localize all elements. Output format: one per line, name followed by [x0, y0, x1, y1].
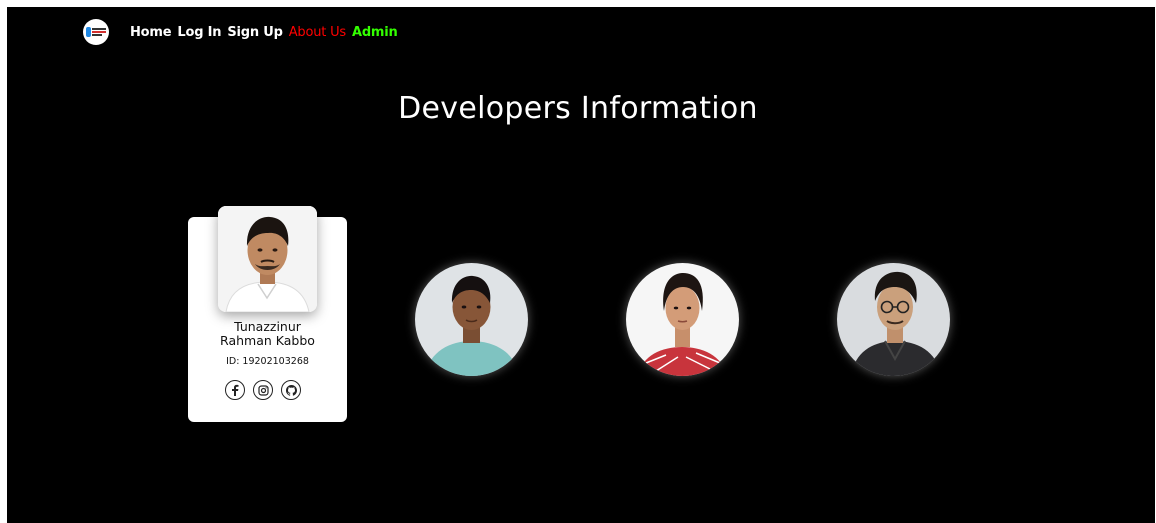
- nav-home-link[interactable]: Home: [130, 25, 172, 40]
- developer-photo: [218, 206, 317, 312]
- developer-name-line1: Tunazzinur: [234, 319, 301, 334]
- site-logo-icon[interactable]: [83, 19, 109, 45]
- instagram-icon[interactable]: [253, 380, 273, 400]
- nav-admin-link[interactable]: Admin: [352, 25, 398, 40]
- developer-card[interactable]: Tunazzinur Rahman Kabbo ID: 19202103268: [188, 206, 347, 422]
- facebook-icon[interactable]: [225, 380, 245, 400]
- developer-photo-4[interactable]: [837, 263, 950, 376]
- developer-name-line2: Rahman Kabbo: [220, 333, 315, 348]
- social-links: [225, 380, 301, 400]
- developer-name: Tunazzinur Rahman Kabbo: [188, 320, 347, 348]
- nav-login-link[interactable]: Log In: [177, 25, 221, 40]
- github-icon[interactable]: [281, 380, 301, 400]
- nav-signup-link[interactable]: Sign Up: [227, 25, 283, 40]
- nav-about-link[interactable]: About Us: [289, 25, 346, 40]
- page-background: Home Log In Sign Up About Us Admin Devel…: [7, 7, 1155, 523]
- developer-photo-2[interactable]: [415, 263, 528, 376]
- navbar: Home Log In Sign Up About Us Admin: [83, 18, 404, 46]
- developer-id: ID: 19202103268: [226, 356, 309, 367]
- page-title: Developers Information: [398, 91, 758, 126]
- developer-photo-3[interactable]: [626, 263, 739, 376]
